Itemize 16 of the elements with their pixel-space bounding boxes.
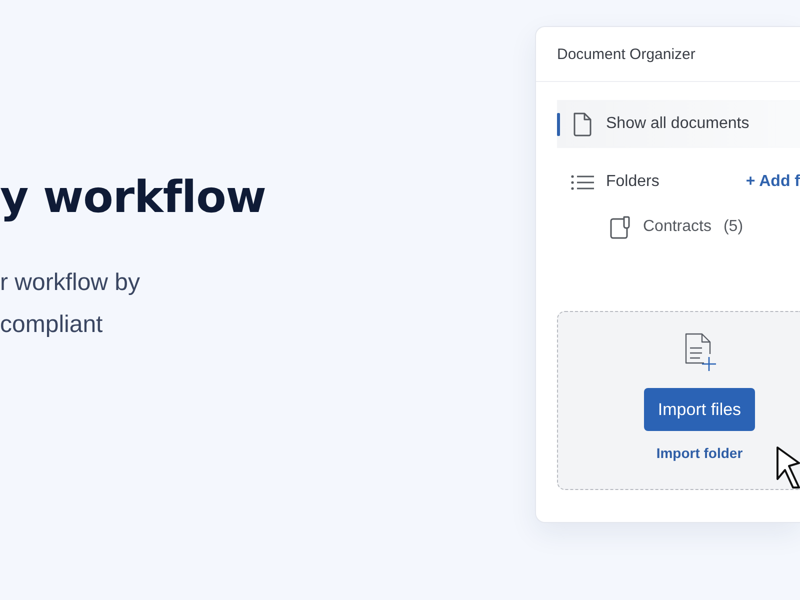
hero-description-line: r workflow by <box>0 268 140 298</box>
add-folder-link[interactable]: + Add f <box>746 173 800 191</box>
folders-heading: Folders <box>606 173 660 191</box>
hero-description-line: compliant <box>0 310 103 340</box>
list-icon <box>571 174 594 190</box>
panel-title: Document Organizer <box>557 46 696 62</box>
file-add-icon <box>684 333 716 373</box>
document-icon <box>573 112 592 136</box>
folder-item[interactable]: Contracts <box>643 218 712 236</box>
import-folder-link[interactable]: Import folder <box>656 445 743 461</box>
folder-icon <box>610 216 630 238</box>
hero-heading: y workflow <box>0 171 266 225</box>
import-files-button[interactable]: Import files <box>644 388 756 431</box>
item-count: (5) <box>723 218 744 236</box>
drop-zone[interactable]: Import files Import folder <box>557 311 800 490</box>
nav-item[interactable]: Show all documents <box>557 100 800 148</box>
